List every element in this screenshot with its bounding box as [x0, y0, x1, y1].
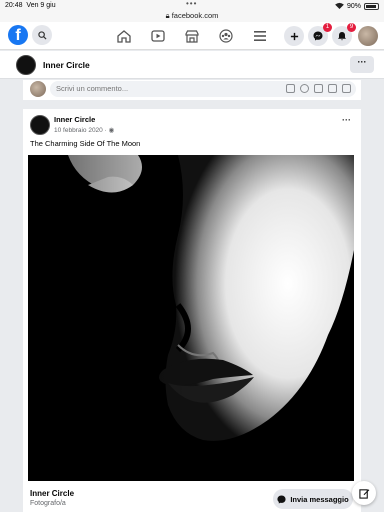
gif-icon[interactable]	[328, 84, 337, 93]
page-header: Inner Circle ···	[0, 51, 384, 79]
edit-icon	[358, 488, 369, 499]
battery-icon	[364, 3, 379, 10]
plus-icon	[290, 32, 298, 40]
comment-row	[23, 80, 361, 100]
multitask-dots[interactable]: •••	[186, 0, 197, 8]
send-message-label: Invia messaggio	[290, 494, 349, 504]
send-message-button[interactable]: Invia messaggio	[273, 489, 353, 509]
facebook-logo[interactable]: f	[8, 25, 28, 45]
menu-icon	[254, 31, 266, 41]
post-author-avatar[interactable]	[30, 115, 50, 135]
bell-icon	[338, 32, 346, 41]
watch-tab[interactable]	[149, 27, 167, 45]
messenger-icon	[277, 494, 286, 504]
search-button[interactable]	[32, 25, 52, 45]
post-more-button[interactable]: ···	[342, 115, 351, 125]
url-text: facebook.com	[171, 11, 219, 20]
address-bar[interactable]: 🔒︎ facebook.com	[0, 11, 384, 21]
create-button[interactable]	[284, 26, 304, 46]
post-photo[interactable]	[28, 155, 354, 481]
notifications-button[interactable]: 9	[332, 23, 356, 46]
search-icon	[37, 30, 47, 40]
marketplace-tab[interactable]	[183, 27, 201, 45]
portrait-image	[28, 155, 354, 481]
page-avatar[interactable]	[16, 55, 36, 75]
home-icon	[117, 29, 131, 43]
post-card: Inner Circle 10 febbraio 2020 · ◉ ··· Th…	[23, 109, 361, 512]
profile-avatar[interactable]	[358, 26, 378, 46]
post-date-line[interactable]: 10 febbraio 2020 · ◉	[54, 126, 114, 134]
wifi-icon	[335, 2, 344, 11]
home-tab[interactable]	[115, 27, 133, 45]
status-right: 90%	[335, 2, 379, 11]
footer-page-category: Fotografo/a	[30, 500, 66, 507]
footer-page-name[interactable]: Inner Circle	[30, 489, 74, 498]
comment-tools	[286, 84, 351, 93]
status-time-date: 20:48 Ven 9 giu	[5, 2, 56, 9]
globe-icon: ◉	[108, 127, 115, 134]
notifications-badge: 9	[347, 23, 356, 32]
facebook-top-nav: f 1 9	[0, 22, 384, 50]
camera-icon[interactable]	[314, 84, 323, 93]
watch-icon	[151, 30, 165, 42]
post-caption: The Charming Side Of The Moon	[30, 139, 141, 148]
compose-button[interactable]	[352, 481, 376, 505]
messenger-badge: 1	[323, 23, 332, 32]
user-avatar	[30, 81, 46, 97]
messenger-button[interactable]: 1	[308, 23, 332, 46]
battery-percent: 90%	[346, 3, 361, 10]
page-title[interactable]: Inner Circle	[43, 60, 90, 70]
avatar-sticker-icon[interactable]	[342, 84, 351, 93]
groups-icon	[219, 29, 233, 43]
groups-tab[interactable]	[217, 27, 235, 45]
lock-icon: 🔒︎	[165, 11, 170, 20]
sticker-icon[interactable]	[286, 84, 295, 93]
menu-tab[interactable]	[251, 27, 269, 45]
marketplace-icon	[185, 29, 199, 43]
more-icon: ···	[357, 57, 367, 67]
post-author[interactable]: Inner Circle	[54, 115, 95, 124]
status-bar: 20:48 Ven 9 giu ••• 🔒︎ facebook.com 90%	[0, 0, 384, 22]
messenger-icon	[313, 31, 323, 41]
page-more-button[interactable]: ···	[350, 56, 374, 73]
emoji-icon[interactable]	[300, 84, 309, 93]
